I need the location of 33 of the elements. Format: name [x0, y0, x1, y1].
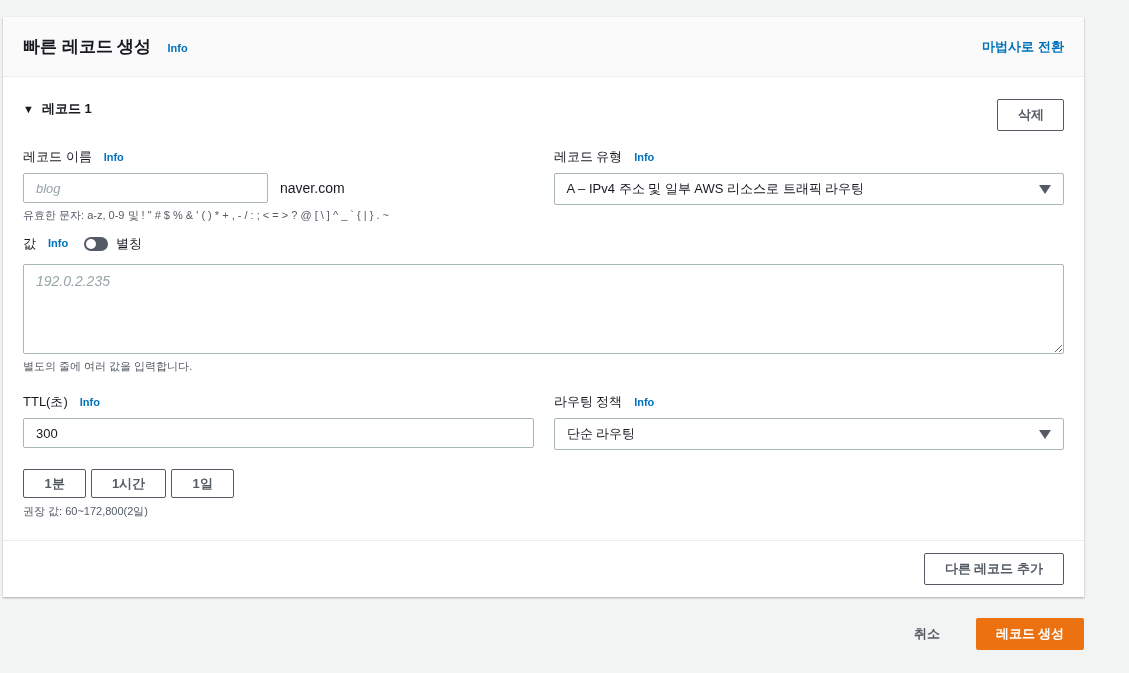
info-link[interactable]: Info	[103, 148, 124, 166]
info-link[interactable]: Info	[634, 148, 655, 166]
record-name-field[interactable]: blog	[23, 173, 268, 203]
info-link[interactable]: Info	[634, 393, 655, 411]
ttl-field[interactable]: 300	[23, 418, 534, 448]
info-link[interactable]: Info	[167, 40, 188, 57]
panel-title: 빠른 레코드 생성	[23, 35, 152, 58]
ttl-preset-button[interactable]: 1분	[23, 469, 86, 498]
delete-button[interactable]: 삭제	[997, 99, 1064, 131]
info-link[interactable]: Info	[48, 235, 69, 252]
field-label: 라우팅 정책	[553, 393, 623, 412]
select-field[interactable]: 단순 라우팅	[553, 418, 1064, 450]
ttl-preset-button[interactable]: 1일	[171, 469, 235, 498]
caret-icon	[1039, 184, 1051, 194]
alias-label: 별칭	[116, 234, 143, 253]
field-hint: 유효한 문자: a-z, 0-9 및 ! " # $ % & ' ( ) * + , - / : ; < = > ? @ [ \ ] ^ _ ` { | } . ~	[23, 208, 390, 223]
wizard-link[interactable]: 마법사로 전환	[982, 36, 1064, 57]
field-hint: 별도의 줄에 여러 값을 입력합니다.	[23, 358, 194, 374]
domain-suffix: naver.com	[280, 178, 345, 198]
cancel-button[interactable]: 취소	[906, 623, 948, 644]
select-field[interactable]: A – IPv4 주소 및 일부 AWS 리소스로 트래픽 라우팅	[553, 173, 1064, 205]
caret-icon	[1039, 429, 1051, 439]
field-hint: 권장 값: 60~172,800(2일)	[23, 504, 150, 519]
field-label: 레코드 유형	[553, 148, 623, 167]
field-label: TTL(초)	[23, 393, 68, 412]
value-field[interactable]: 192.0.2.235	[23, 263, 1064, 354]
field-label: 레코드 이름	[23, 148, 92, 167]
alias-toggle[interactable]	[84, 236, 109, 251]
field-label: 값	[23, 234, 36, 253]
add-record-button[interactable]: 다른 레코드 추가	[923, 552, 1064, 585]
ttl-preset-button[interactable]: 1시간	[91, 469, 167, 498]
info-link[interactable]: Info	[79, 393, 100, 411]
record-toggle[interactable]: ▼ 레코드 1	[23, 99, 92, 119]
